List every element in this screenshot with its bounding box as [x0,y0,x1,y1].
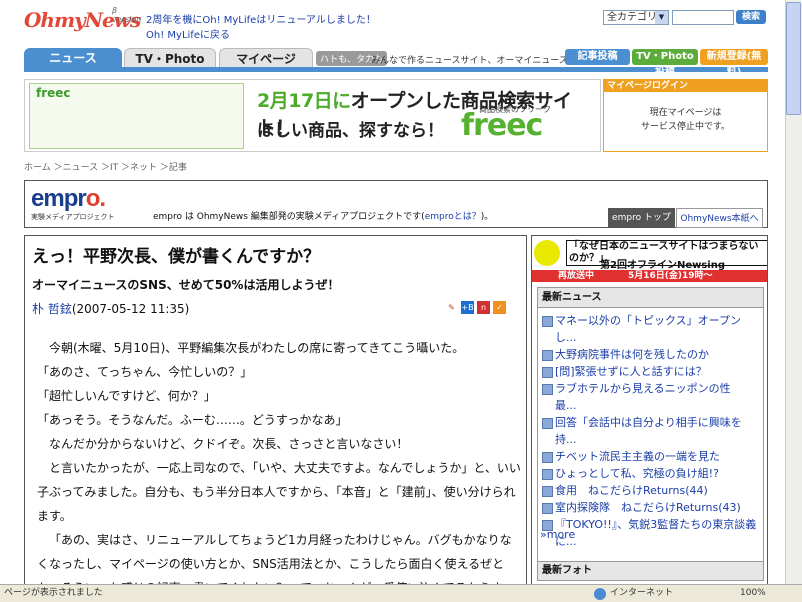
empro-about-link[interactable]: emproとは？ [425,212,481,222]
slogan-text: みんなで作るニュースサイト、オーマイニュース [371,56,568,66]
article-byline: 朴 哲鉉(2007-05-12 11:35) [32,302,190,316]
news-item[interactable]: 大野病院事件は何を残したのか [542,346,762,363]
status-bar: ページが表示されました インターネット 100% [0,584,802,602]
empro-header: empro. 実験メディアプロジェクト empro は OhmyNews 編集部… [24,180,768,243]
zoom-level[interactable]: 100% [740,585,766,602]
news-item[interactable]: ひょっとして私、究極の負け組!? [542,465,762,482]
newsing-promo[interactable]: 「なぜ日本のニュースサイトはつまらないのか？」 第2回オフラインNewsing … [532,236,767,284]
news-item[interactable]: 回答「会話中は自分より相手に興味を持... [542,414,762,448]
freec-logo: freec [461,108,543,143]
register-button[interactable]: 新規登録(無料) [700,49,768,78]
chevron-down-icon: ▼ [655,11,668,24]
search-button[interactable]: 検索 [736,10,766,24]
article-subtitle: オーマイニュースのSNS、せめて50%は活用しようぜ！ [32,278,340,292]
globe-icon [594,588,606,600]
empro-top-tab[interactable]: empro トップへ [608,208,675,243]
mypage-login-box: マイページログイン 現在マイページは サービス停止中です。 [603,79,768,152]
empro-description: empro は OhmyNews 編集部発の実験メディアプロジェクトです(emp… [153,212,494,222]
news-item[interactable]: ラブホテルから見えるニッポンの性 最... [542,380,762,414]
news-item[interactable]: 食用 ねこだらけReturns(44) [542,482,762,499]
ohmynews-main-tab[interactable]: OhmyNews本紙へ [676,208,763,228]
sidebar: 「なぜ日本のニュースサイトはつまらないのか？」 第2回オフラインNewsing … [531,235,768,587]
back-to-mylife-link[interactable]: Oh! MyLifeに戻る [146,26,230,41]
banner-thumbnail: freec [29,83,244,149]
latest-news-list: マネー以外の「トピックス」オープンし... 大野病院事件は何を残したのか [問]… [542,312,762,550]
promo-bar: 再放送中 5月16日(金)19時～ [532,270,767,282]
check-icon[interactable]: ✓ [493,300,506,314]
anniv-link[interactable]: 2周年を機にOh! MyLifeはリニューアルしました！ [146,11,376,26]
empro-logo-sub: 実験メディアプロジェクト [31,213,115,221]
news-item[interactable]: [問]緊張せずに人と話すには？ [542,363,762,380]
post-tv-photo-button[interactable]: TV・Photo投稿 [632,49,698,78]
search-input[interactable] [672,10,734,25]
newsing-icon[interactable]: n [477,300,490,314]
hatena-bookmark-icon[interactable]: +B [461,300,474,314]
ohmynews-logo[interactable]: OhmyNews β version [24,6,141,38]
empro-logo[interactable]: empro. [31,185,106,213]
tab-mypage[interactable]: マイページ [219,48,313,68]
article-title: えっ！平野次長、僕が書くんですか？ [32,247,321,267]
more-news-link[interactable]: »more [540,528,575,541]
tab-tv-photo[interactable]: TV・Photo [124,48,216,68]
breadcrumb[interactable]: ホーム ＞ニュース ＞IT ＞ネット ＞記事 [24,160,187,173]
author-link[interactable]: 朴 哲鉉 [32,302,72,316]
news-item[interactable]: チベット流民主主義の一端を見た [542,448,762,465]
latest-photo-title: 最新フォト [537,561,764,581]
post-article-button[interactable]: 記事投稿 [565,49,630,65]
tab-news[interactable]: ニュース [24,48,122,68]
security-zone: インターネット [594,585,673,602]
bookmark-icon[interactable]: ✎ [445,300,458,314]
latest-news-title: 最新ニュース [538,288,763,308]
article: えっ！平野次長、僕が書くんですか？ オーマイニュースのSNS、せめて50%は活用… [24,235,527,587]
mypage-login-title: マイページログイン [604,80,767,92]
news-item[interactable]: マネー以外の「トピックス」オープンし... [542,312,762,346]
scrollbar-thumb[interactable] [786,2,801,115]
freec-banner[interactable]: freec 2月17日にオープンした商品検索サイト！ ほしい商品、探すなら！ 商… [24,79,601,152]
promo-event: 第2回オフラインNewsing [600,260,726,271]
news-item[interactable]: 室内探険隊 ねこだらけReturns(43) [542,499,762,516]
status-text: ページが表示されました [4,588,103,598]
banner-subline: ほしい商品、探すなら！ [257,121,444,141]
promo-mascot-icon [534,240,560,266]
bookmark-icons: ✎ +B n ✓ [445,300,523,316]
category-select[interactable]: 全カテゴリ ▼ [603,10,669,25]
article-body: 今朝(木曜、5月10日)、平野編集次長がわたしの席に寄ってきてこう囁いた。 「あ… [37,341,521,586]
